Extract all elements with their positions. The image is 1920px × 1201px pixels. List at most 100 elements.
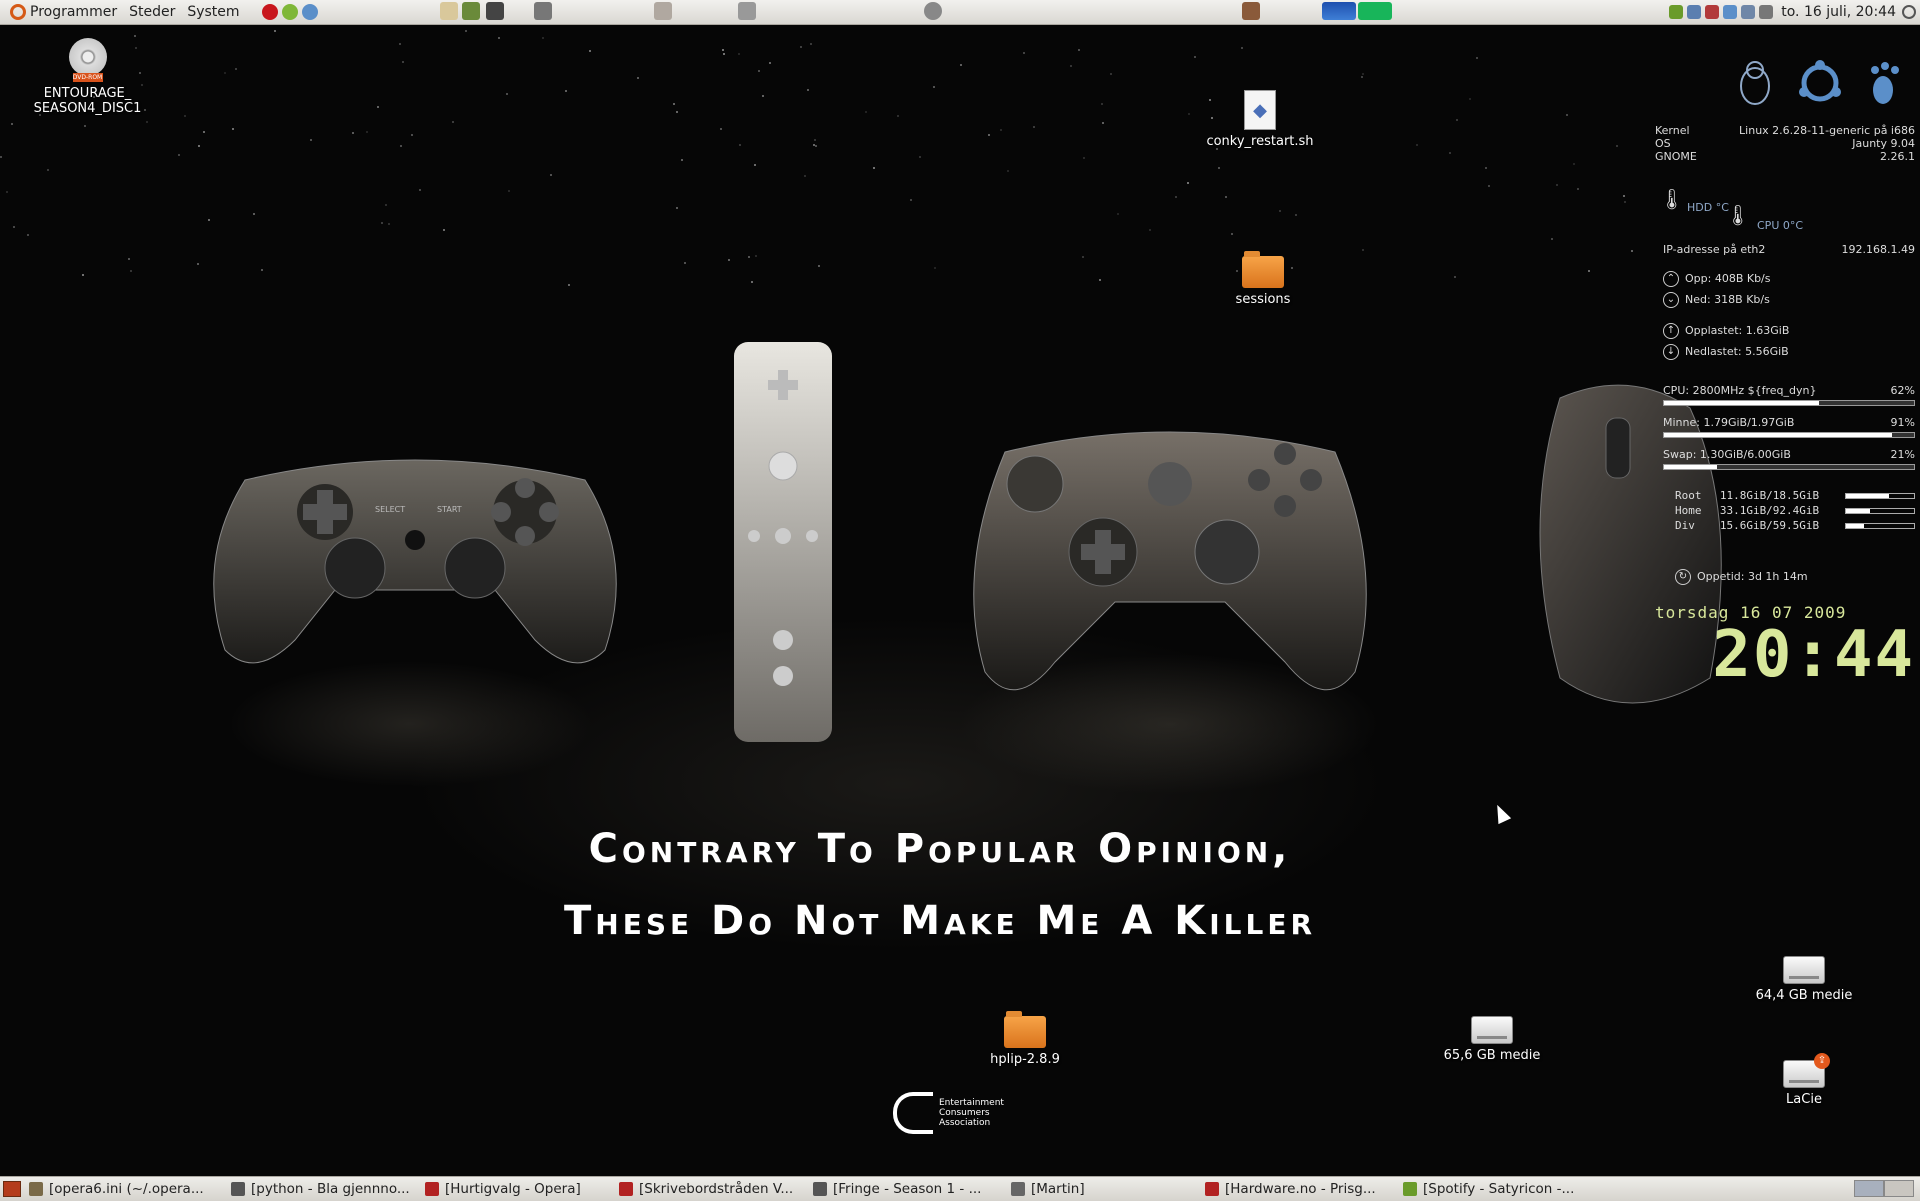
swap-detail: 1.30GiB/6.00GiB <box>1699 448 1791 461</box>
downloaded-row: ↓ Nedlastet: 5.56GiB <box>1663 341 1915 362</box>
menu-system[interactable]: System <box>187 4 239 20</box>
volume-tray-icon[interactable] <box>1759 5 1774 19</box>
star-dot <box>1188 113 1190 115</box>
top-panel: Programmer Steder System to. 16 juli, 20… <box>0 0 1920 25</box>
places-menu[interactable]: Steder <box>123 0 181 24</box>
star-dot <box>1033 126 1035 128</box>
star-dot <box>146 121 148 123</box>
conky-label: OS <box>1655 137 1671 150</box>
disk-bar <box>1844 492 1915 499</box>
window-app-icon <box>813 1182 827 1196</box>
applications-menu[interactable]: Programmer <box>0 0 123 24</box>
menu-steder[interactable]: Steder <box>129 4 175 20</box>
pidgin-tray-icon[interactable] <box>1723 5 1738 19</box>
desktop-icon-lacie[interactable]: ⇪ LaCie <box>1744 1053 1864 1107</box>
desktop-icon-dvd[interactable]: DVD-ROM ENTOURAGE_ SEASON4_DISC1 <box>30 38 145 116</box>
cpu-pct: 62% <box>1890 384 1915 397</box>
launcher-group <box>260 4 320 20</box>
workspace-1[interactable] <box>1854 1180 1884 1197</box>
conky-panel: Kernel Linux 2.6.28-11-generic på i686 OS… <box>1655 60 1915 692</box>
image-applet-icon[interactable] <box>1242 2 1260 20</box>
star-dot <box>11 123 13 125</box>
system-menu[interactable]: System <box>181 0 245 24</box>
disk-bar-fill <box>1845 508 1871 513</box>
star-dot <box>506 93 508 95</box>
show-desktop-button[interactable] <box>3 1181 21 1197</box>
screenshot-launcher-icon[interactable] <box>654 2 672 20</box>
star-dot <box>443 229 445 231</box>
user-tray-icon[interactable] <box>1687 5 1702 19</box>
workspace-switcher <box>1854 1180 1914 1197</box>
system-monitor-launcher-icon[interactable] <box>462 2 480 20</box>
desktop-icon-medie-65[interactable]: 65,6 GB medie <box>1432 1016 1552 1063</box>
star-dot <box>385 204 387 206</box>
desktop-icon-hplip[interactable]: hplip-2.8.9 <box>980 1011 1070 1067</box>
system-tray: to. 16 juli, 20:44 <box>1667 0 1920 24</box>
taskbar-window-button[interactable]: [Hurtigvalg - Opera] <box>421 1178 615 1200</box>
star-dot <box>933 86 935 88</box>
disk-value: 15.6GiB/59.5GiB <box>1719 519 1820 532</box>
bottom-panel: [opera6.ini (~/.opera... [python - Bla gj… <box>0 1176 1920 1201</box>
cpu-bar <box>1663 400 1915 406</box>
folder-icon <box>1004 1011 1046 1048</box>
panel-clock[interactable]: to. 16 juli, 20:44 <box>1781 4 1896 20</box>
star-dot <box>130 270 132 272</box>
network-graph-applet <box>1358 2 1392 20</box>
lacie-label: LaCie <box>1786 1092 1822 1107</box>
star-dot <box>178 154 180 156</box>
terminal-launcher-icon[interactable] <box>486 2 504 20</box>
opera-tray-icon[interactable] <box>1705 5 1720 19</box>
disk-bar-fill <box>1845 493 1890 498</box>
disk-applet-icon[interactable] <box>924 2 942 20</box>
star-dot <box>27 234 29 236</box>
taskbar-window-button[interactable]: [Fringe - Season 1 - ... <box>809 1178 1007 1200</box>
spotify-launcher-icon[interactable] <box>281 4 298 20</box>
window-app-icon <box>1011 1182 1025 1196</box>
pidgin-launcher-icon[interactable] <box>301 4 318 20</box>
ip-value: 192.168.1.49 <box>1841 243 1915 256</box>
opera-launcher-icon[interactable] <box>261 4 278 20</box>
desktop-icon-sessions[interactable]: sessions <box>1218 251 1308 307</box>
taskbar-window-button[interactable]: [Spotify - Satyricon -... <box>1399 1178 1603 1200</box>
swap-row: Swap: 1.30GiB/6.00GiB 21% <box>1663 448 1915 461</box>
star-dot <box>1187 182 1189 184</box>
shutdown-icon[interactable] <box>1902 5 1916 19</box>
disk-name: Root <box>1675 489 1702 502</box>
star-dot <box>542 37 544 39</box>
folder-icon <box>1242 251 1284 288</box>
taskbar-window-button[interactable]: [Skrivebordstråden V... <box>615 1178 809 1200</box>
cpu-label: CPU: <box>1663 384 1690 397</box>
star-dot <box>366 131 368 133</box>
star-dot <box>568 284 570 286</box>
star-dot <box>1218 167 1220 169</box>
usb-badge-icon: ⇪ <box>1814 1053 1830 1069</box>
conky-row-os: OS Jaunty 9.04 <box>1655 137 1915 150</box>
disk-row-div: Div 15.6GiB/59.5GiB <box>1675 518 1915 533</box>
desktop-icon-conky-restart[interactable]: ◆ conky_restart.sh <box>1195 90 1325 149</box>
star-dot <box>1577 188 1579 190</box>
cpu-detail: 2800MHz ${freq_dyn} <box>1692 384 1817 397</box>
taskbar-window-button[interactable]: [opera6.ini (~/.opera... <box>25 1178 227 1200</box>
spotify-tray-icon[interactable] <box>1669 5 1684 19</box>
settings-launcher-icon[interactable] <box>738 2 756 20</box>
star-dot <box>465 30 467 32</box>
down-arrow-icon: ⌄ <box>1663 292 1679 308</box>
desktop-icon-medie-64[interactable]: 64,4 GB medie <box>1744 956 1864 1003</box>
star-dot <box>762 95 764 97</box>
star-dot <box>748 256 750 258</box>
taskbar-window-button[interactable]: [Martin] <box>1007 1178 1201 1200</box>
star-dot <box>1485 167 1487 169</box>
star-dot <box>758 70 760 72</box>
workspace-2[interactable] <box>1884 1180 1914 1197</box>
text-editor-launcher-icon[interactable] <box>440 2 458 20</box>
star-dot <box>723 53 725 55</box>
taskbar-window-button[interactable]: [python - Bla gjennno... <box>227 1178 421 1200</box>
star-dot <box>910 199 912 201</box>
xchat-launcher-icon[interactable] <box>534 2 552 20</box>
taskbar-window-button[interactable]: [Hardware.no - Prisg... <box>1201 1178 1399 1200</box>
network-tray-icon[interactable] <box>1741 5 1756 19</box>
swap-bar-fill <box>1664 465 1717 469</box>
star-dot <box>589 50 591 52</box>
dvd-label: ENTOURAGE_ SEASON4_DISC1 <box>33 86 142 116</box>
menu-programmer[interactable]: Programmer <box>30 4 117 20</box>
